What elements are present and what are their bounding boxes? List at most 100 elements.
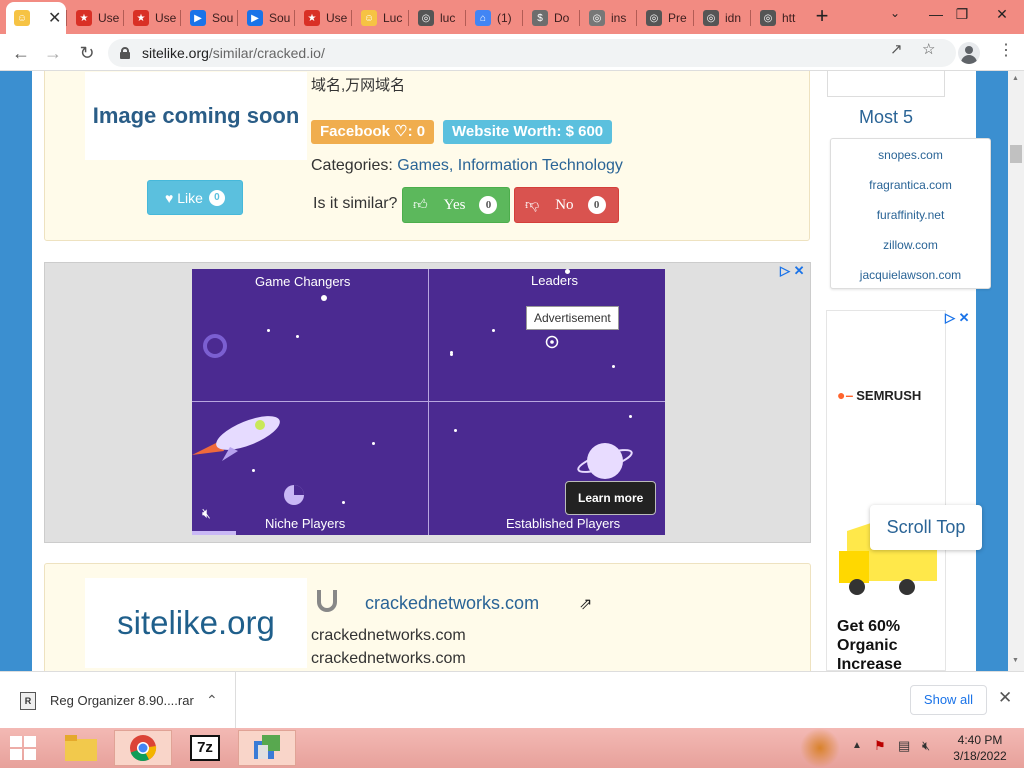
ad-quadrant-label: Leaders xyxy=(531,273,578,288)
browser-tab[interactable]: ◎ idn xyxy=(695,4,747,32)
profile-avatar[interactable] xyxy=(958,42,980,64)
tab-search-icon[interactable]: ⌄ xyxy=(890,6,900,20)
browser-tab[interactable]: ▶ Sou xyxy=(239,4,291,32)
ad-quadrant-label: Established Players xyxy=(506,516,621,531)
site-card-current: Image coming soon 域名,万网域名 Facebook ♡: 0 … xyxy=(44,71,810,241)
tab-separator xyxy=(579,10,580,26)
share-icon[interactable]: ↗ xyxy=(890,40,903,58)
network-icon[interactable]: ▤ xyxy=(898,738,910,754)
star-icon: ★ xyxy=(133,10,149,26)
globe-icon: ◎ xyxy=(589,10,605,26)
similar-site-link[interactable]: crackednetworks.com xyxy=(365,593,539,614)
categories-links[interactable]: Games, Information Technology xyxy=(397,157,623,174)
browser-tab[interactable]: ◎ htt xyxy=(752,4,804,32)
browser-tab[interactable]: $ Do xyxy=(524,4,576,32)
download-item[interactable]: R Reg Organizer 8.90....rar xyxy=(0,672,236,729)
url-path: /similar/cracked.io/ xyxy=(208,45,325,61)
learn-more-button[interactable]: Learn more xyxy=(565,481,657,515)
address-bar[interactable]: sitelike.org/similar/cracked.io/ xyxy=(108,39,956,67)
vote-no-button[interactable]: 👎︎ No 0 xyxy=(514,187,619,223)
start-button[interactable] xyxy=(0,730,46,766)
ad-quadrant-label: Niche Players xyxy=(265,516,346,531)
like-button[interactable]: ♥ Like 0 xyxy=(147,180,243,215)
sidebar-site-link[interactable]: snopes.com xyxy=(831,148,990,162)
page-viewport: Image coming soon 域名,万网域名 Facebook ♡: 0 … xyxy=(0,71,1024,671)
file-explorer-button[interactable] xyxy=(52,730,110,766)
ad-star xyxy=(372,442,375,445)
tab-title: (1) xyxy=(497,11,512,25)
sidebar-site-link[interactable]: jacquielawson.com xyxy=(831,268,990,282)
browser-tab[interactable]: ★ Use xyxy=(296,4,348,32)
ring-illustration xyxy=(203,334,227,358)
scroll-thumb[interactable] xyxy=(1010,145,1022,163)
sidebar-ad[interactable]: ●– SEMRUSH Get 60% Organic Increase xyxy=(826,310,946,671)
download-filename: Reg Organizer 8.90....rar xyxy=(50,693,194,708)
forward-icon[interactable]: → xyxy=(40,40,66,66)
sidebar-site-link[interactable]: zillow.com xyxy=(831,238,990,252)
browser-tab[interactable]: ⌂ (1) xyxy=(467,4,519,32)
home-icon: ⌂ xyxy=(475,10,491,26)
show-all-button[interactable]: Show all xyxy=(910,685,987,715)
tab-separator xyxy=(522,10,523,26)
scroll-down-icon[interactable]: ▼ xyxy=(1012,657,1019,664)
tab-separator xyxy=(66,10,67,26)
browser-tab[interactable]: ☺ Luc xyxy=(353,4,405,32)
heart-icon: ♥ xyxy=(165,189,178,206)
external-link-icon[interactable]: ⇗ xyxy=(579,594,592,614)
tab-strip: ☺ ✕ ★ Use ★ Use ▶ Sou ▶ Sou ★ Use ☺ Luc ◎ luc ⌂ (1) $ Do ◎ in… xyxy=(0,0,1024,34)
adchoices-icon[interactable]: ▷ ✕ xyxy=(780,263,805,279)
browser-tab[interactable]: ◎ luc xyxy=(410,4,462,32)
back-icon[interactable]: ← xyxy=(8,40,34,66)
tab-title: htt xyxy=(782,11,796,25)
browser-tab[interactable]: ☺ ✕ xyxy=(6,2,66,34)
play-icon: ▶ xyxy=(247,10,263,26)
ad-banner[interactable]: Game Changers Leaders Niche Players Esta… xyxy=(192,269,665,535)
tab-close-icon[interactable]: ✕ xyxy=(48,8,61,28)
vote-yes-count: 0 xyxy=(479,196,498,214)
menu-kebab-icon[interactable]: ⋮ xyxy=(998,40,1014,60)
tab-title: Pre xyxy=(668,11,687,25)
tab-title: Use xyxy=(326,11,348,25)
flag-icon[interactable]: ⚑ xyxy=(874,738,886,754)
scroll-top-button[interactable]: Scroll Top xyxy=(870,505,982,550)
page-scrollbar[interactable]: ▲ ▼ xyxy=(1008,71,1024,671)
ad-brand: SEMRUSH xyxy=(856,387,922,403)
installer-button[interactable] xyxy=(238,730,296,766)
ad-star xyxy=(321,295,327,301)
vote-no-label: No xyxy=(555,196,574,213)
sidebar-site-link[interactable]: fragrantica.com xyxy=(831,178,990,192)
reload-icon[interactable]: ↻ xyxy=(74,40,100,66)
7zip-button[interactable]: 7z xyxy=(176,730,234,766)
volume-muted-icon[interactable]: 🔇︎ xyxy=(922,738,930,754)
installer-icon xyxy=(254,735,280,759)
chrome-button[interactable] xyxy=(114,730,172,766)
folder-icon xyxy=(65,735,97,761)
facebook-badge: Facebook ♡: 0 xyxy=(311,120,435,144)
vote-yes-button[interactable]: 👍︎ Yes 0 xyxy=(402,187,510,223)
ad-progress-bar xyxy=(192,531,236,535)
bookmark-star-icon[interactable]: ☆ xyxy=(922,40,935,58)
browser-tab[interactable]: ★ Use xyxy=(68,4,120,32)
planet-illustration xyxy=(577,443,633,479)
system-clock[interactable]: 4:40 PM 3/18/2022 xyxy=(950,732,1010,764)
browser-tab[interactable]: ◎ Pre xyxy=(638,4,690,32)
browser-tab[interactable]: ▶ Sou xyxy=(182,4,234,32)
browser-tab[interactable]: ★ Use xyxy=(125,4,177,32)
restore-icon[interactable]: ❐ xyxy=(940,0,984,30)
mute-icon[interactable]: 🔇︎ xyxy=(202,505,211,522)
tab-title: luc xyxy=(440,11,456,25)
sidebar-heading: Most 5 xyxy=(858,107,914,127)
adchoices-icon[interactable]: ▷ ✕ xyxy=(945,310,970,326)
site-thumbnail[interactable]: sitelike.org xyxy=(85,578,307,668)
categories: Categories: Games, Information Technolog… xyxy=(311,157,623,175)
browser-tab[interactable]: ◎ ins xyxy=(581,4,633,32)
tray-chevron-icon[interactable]: ▲ xyxy=(852,740,862,751)
new-tab-button[interactable]: + xyxy=(810,4,834,30)
close-icon[interactable]: ✕ xyxy=(998,688,1012,708)
scroll-up-icon[interactable]: ▲ xyxy=(1012,75,1019,82)
tab-separator xyxy=(123,10,124,26)
close-window-icon[interactable]: ✕ xyxy=(980,0,1024,30)
ad-star xyxy=(296,335,299,338)
sidebar-site-link[interactable]: furaffinity.net xyxy=(831,208,990,222)
chevron-up-icon[interactable]: ⌃ xyxy=(206,692,218,709)
